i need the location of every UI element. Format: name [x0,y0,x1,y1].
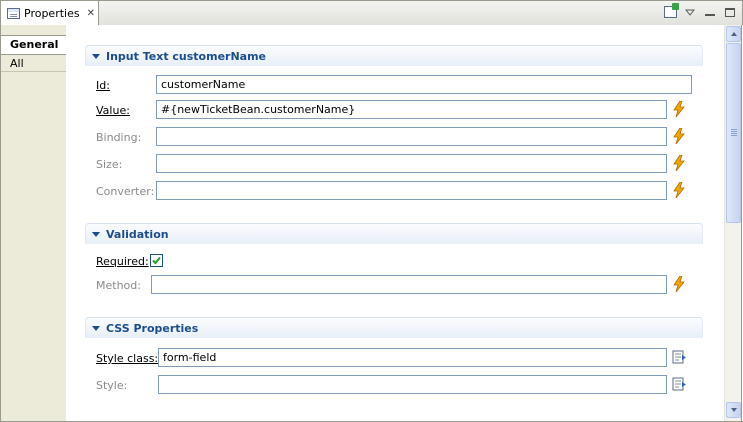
minimize-icon[interactable] [702,4,718,20]
bind-lightning-icon[interactable] [672,276,686,292]
section-header-input-text[interactable]: Input Text customerName [85,45,703,66]
converter-label: Converter: [96,185,155,198]
checkmark-icon [152,256,161,265]
collapse-triangle-icon[interactable] [92,53,100,59]
properties-form: Input Text customerName Id: customerName… [66,25,724,421]
scroll-down-button[interactable] [726,402,741,418]
properties-view-icon [7,8,20,19]
required-checkbox[interactable] [150,254,163,267]
scroll-thumb[interactable] [726,43,741,223]
id-label[interactable]: Id: [96,79,110,92]
style-field[interactable] [158,375,667,394]
view-toolbar [662,3,738,20]
method-field[interactable] [151,275,667,294]
bind-lightning-icon[interactable] [672,155,686,171]
pin-to-selection-icon[interactable] [662,3,679,20]
view-tab-bar: Properties ✕ [0,0,743,26]
style-class-label[interactable]: Style class: [96,352,158,365]
bind-lightning-icon[interactable] [672,128,686,144]
section-title-validation: Validation [106,227,169,241]
binding-field[interactable] [156,127,667,146]
bind-lightning-icon[interactable] [672,182,686,198]
bind-lightning-icon[interactable] [672,101,686,117]
arrow-down-icon [730,408,737,412]
vertical-scrollbar[interactable] [724,25,741,421]
view-border [741,25,742,422]
style-editor-icon[interactable] [672,350,687,365]
section-title-css: CSS Properties [106,321,199,335]
grip-icon [731,129,737,130]
style-editor-icon[interactable] [672,377,687,392]
converter-field[interactable] [156,181,667,200]
collapse-triangle-icon[interactable] [92,231,100,237]
category-tab-general[interactable]: General [1,35,66,55]
method-label: Method: [96,279,141,292]
size-label: Size: [96,158,123,171]
id-field[interactable]: customerName [156,75,692,94]
view-tab-title: Properties [24,7,80,20]
category-tab-all[interactable]: All [1,55,67,72]
value-label[interactable]: Value: [96,104,130,117]
close-icon[interactable]: ✕ [87,8,95,19]
style-label: Style: [96,379,128,392]
section-header-css[interactable]: CSS Properties [85,317,703,338]
collapse-triangle-icon[interactable] [92,325,100,331]
value-field[interactable]: #{newTicketBean.customerName} [156,100,667,119]
properties-view-tab[interactable]: Properties ✕ [1,1,99,26]
maximize-icon[interactable] [722,4,738,20]
section-header-validation[interactable]: Validation [85,223,703,244]
style-class-field[interactable]: form-field [158,348,667,367]
scroll-up-button[interactable] [726,26,741,42]
property-category-list: General All [0,25,67,422]
view-menu-icon[interactable] [682,4,698,20]
binding-label: Binding: [96,131,142,144]
section-title-input-text: Input Text customerName [106,49,267,63]
arrow-up-icon [730,32,737,36]
required-label[interactable]: Required: [96,255,149,268]
size-field[interactable] [156,154,667,173]
